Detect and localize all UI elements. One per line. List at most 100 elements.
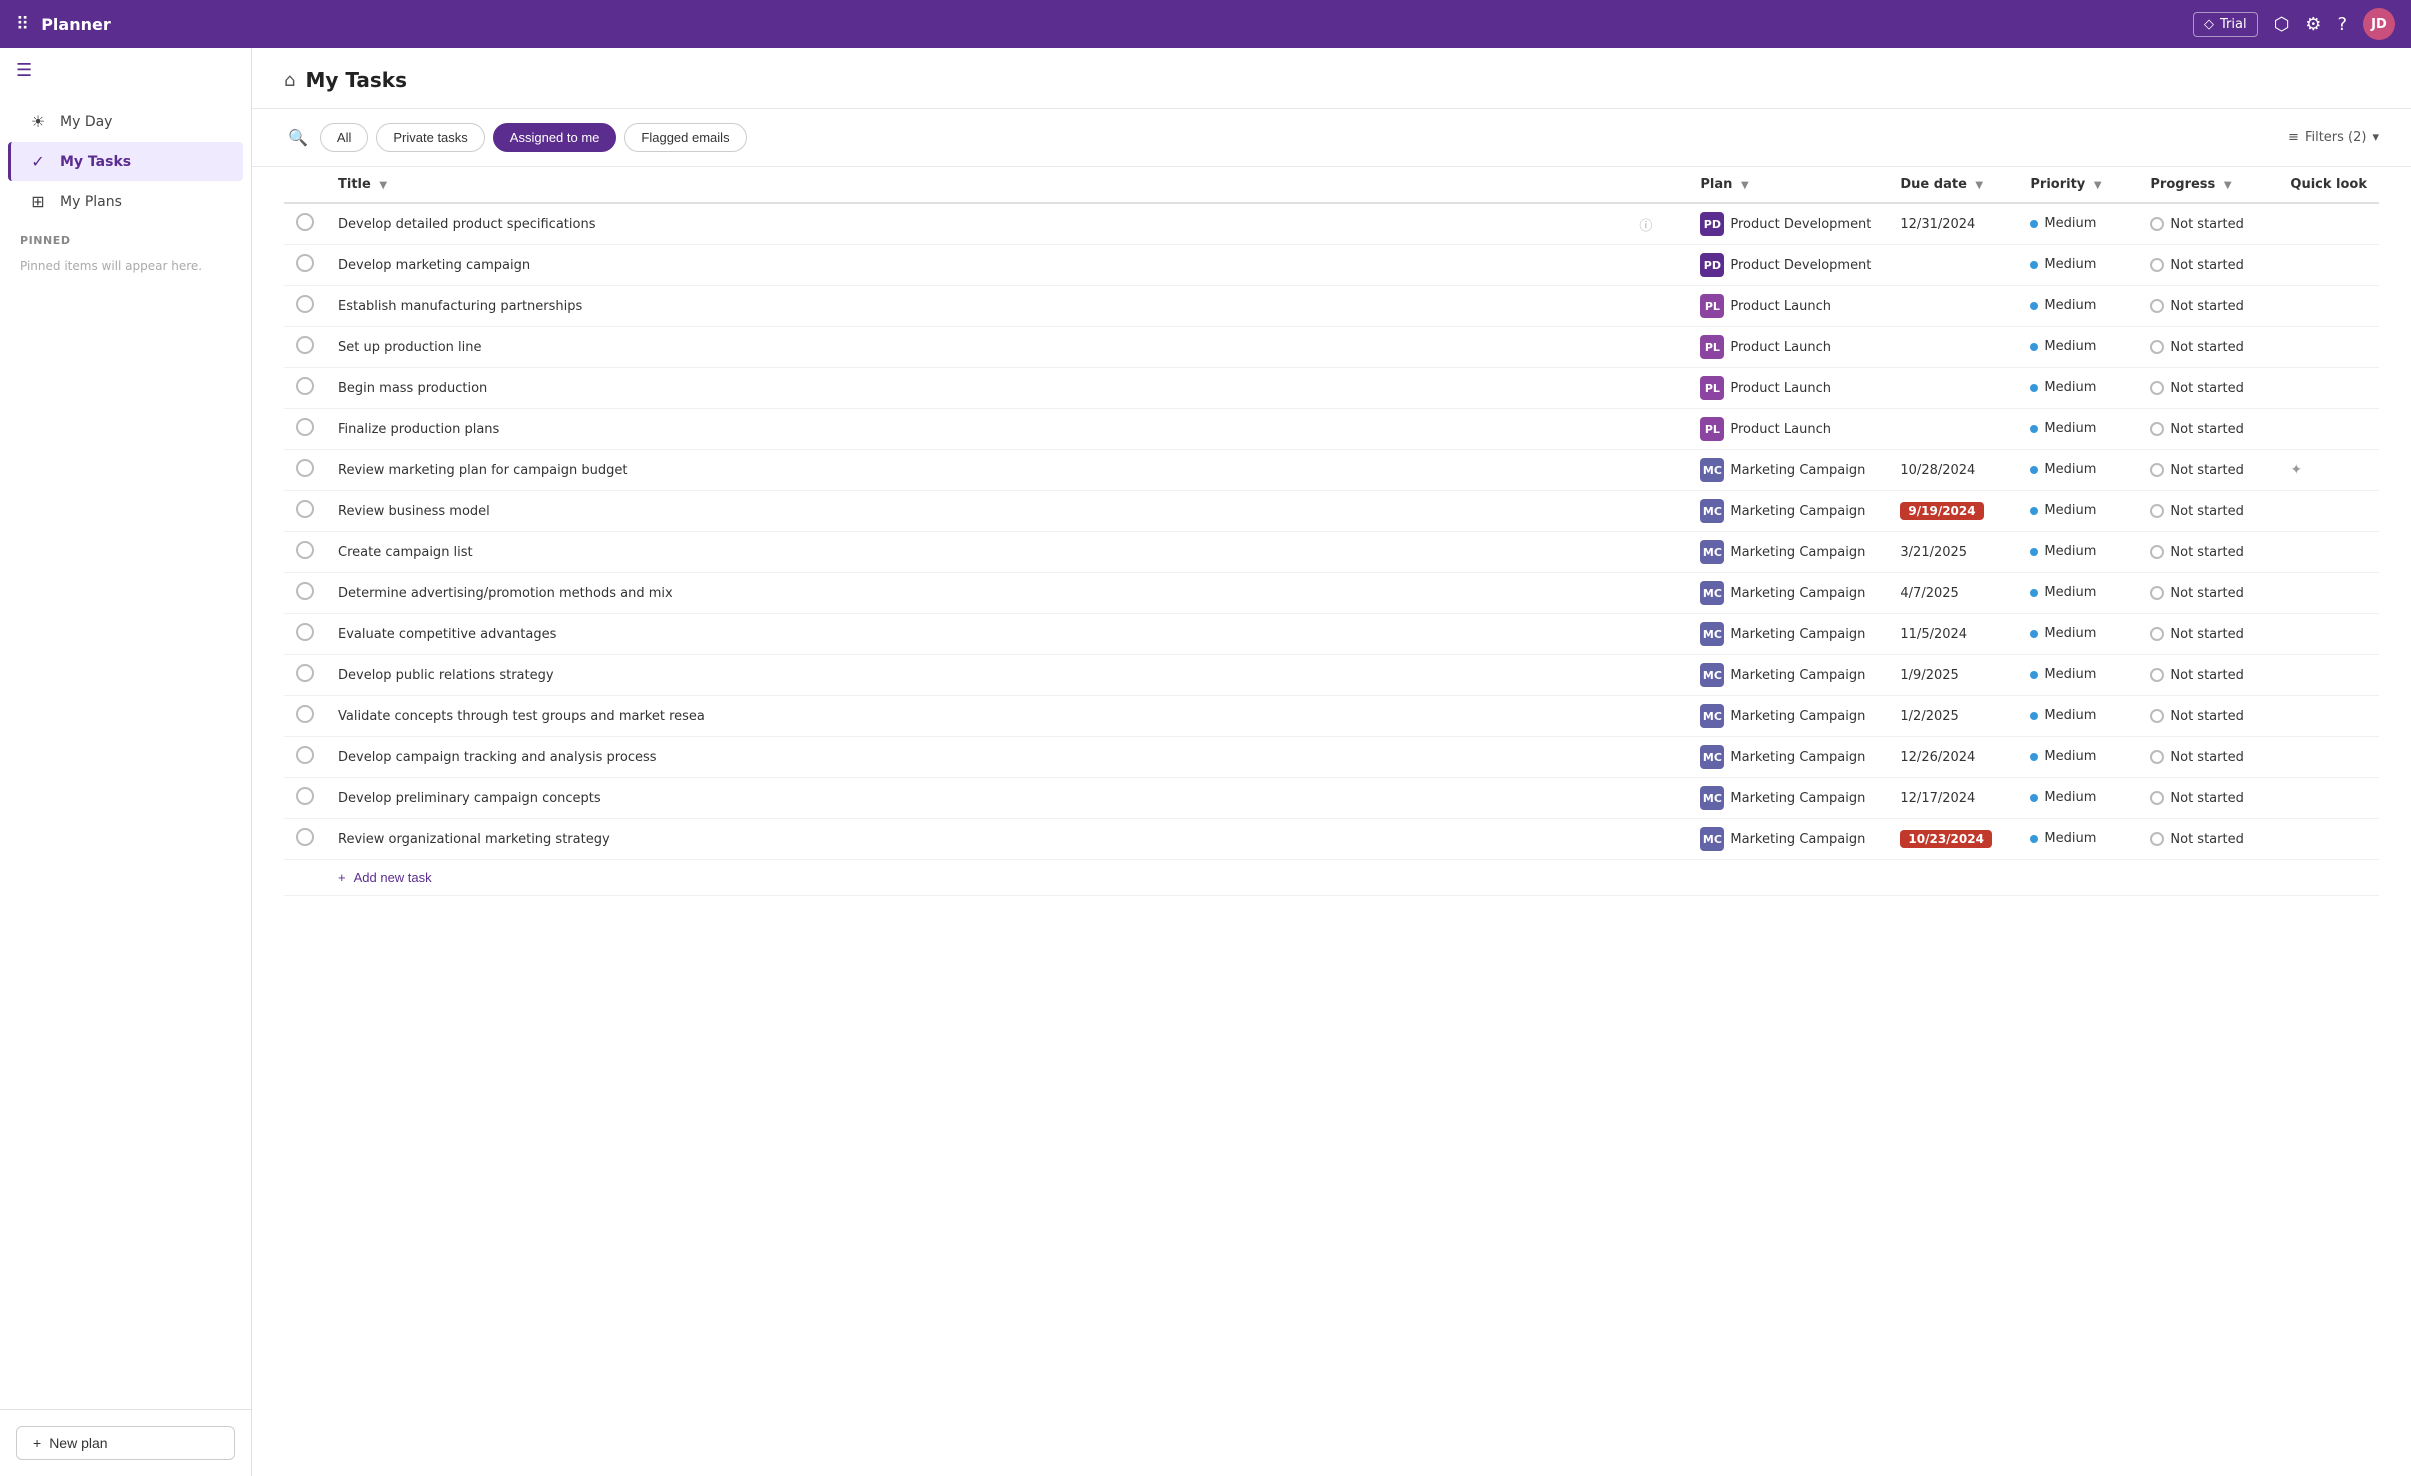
col-header-plan[interactable]: Plan ▼ — [1688, 167, 1888, 203]
sidebar-item-label: My Plans — [60, 194, 122, 210]
plan-badge[interactable]: PL Product Launch — [1700, 376, 1831, 400]
task-plan-cell: MC Marketing Campaign — [1688, 532, 1888, 573]
sidebar-nav: ☀ My Day ✓ My Tasks ⊞ My Plans Pinned Pi… — [0, 93, 251, 1409]
tab-private-tasks[interactable]: Private tasks — [376, 123, 484, 152]
task-due-date-cell — [1888, 409, 2018, 450]
task-priority-cell: Medium — [2018, 737, 2138, 778]
table-row: Review organizational marketing strategy… — [284, 819, 2379, 860]
task-checkbox-cell — [284, 368, 326, 409]
help-icon[interactable]: ? — [2337, 14, 2347, 35]
add-task-button[interactable]: + Add new task — [338, 870, 432, 885]
task-title[interactable]: Develop campaign tracking and analysis p… — [338, 750, 1652, 765]
plan-badge[interactable]: MC Marketing Campaign — [1700, 458, 1865, 482]
plan-icon: MC — [1700, 827, 1724, 851]
task-checkbox[interactable] — [296, 623, 314, 641]
plan-badge[interactable]: PL Product Launch — [1700, 335, 1831, 359]
plan-badge[interactable]: MC Marketing Campaign — [1700, 622, 1865, 646]
task-checkbox[interactable] — [296, 664, 314, 682]
col-header-title[interactable]: Title ▼ — [326, 167, 1688, 203]
task-title[interactable]: Establish manufacturing partnerships — [338, 299, 1652, 314]
task-checkbox[interactable] — [296, 377, 314, 395]
filters-button[interactable]: ≡ Filters (2) ▾ — [2288, 130, 2379, 145]
task-title[interactable]: Finalize production plans — [338, 422, 1652, 437]
task-title[interactable]: Set up production line — [338, 340, 1652, 355]
col-header-priority[interactable]: Priority ▼ — [2018, 167, 2138, 203]
settings-icon[interactable]: ⚙ — [2305, 14, 2321, 35]
task-checkbox[interactable] — [296, 787, 314, 805]
task-checkbox[interactable] — [296, 213, 314, 231]
col-header-due-date[interactable]: Due date ▼ — [1888, 167, 2018, 203]
task-title[interactable]: Evaluate competitive advantages — [338, 627, 1652, 642]
quick-look-icon[interactable]: ✦ — [2290, 462, 2302, 478]
plan-badge[interactable]: PD Product Development — [1700, 253, 1871, 277]
plan-icon: MC — [1700, 581, 1724, 605]
task-title[interactable]: Determine advertising/promotion methods … — [338, 586, 1652, 601]
plan-badge[interactable]: MC Marketing Campaign — [1700, 663, 1865, 687]
task-title[interactable]: Review marketing plan for campaign budge… — [338, 463, 1652, 478]
task-checkbox[interactable] — [296, 705, 314, 723]
task-checkbox[interactable] — [296, 828, 314, 846]
info-icon[interactable]: ⓘ — [1639, 215, 1652, 234]
task-progress-cell: Not started — [2138, 327, 2278, 368]
sidebar-toggle-icon[interactable]: ☰ — [16, 60, 32, 81]
plan-icon: MC — [1700, 786, 1724, 810]
task-title[interactable]: Develop detailed product specifications — [338, 217, 1631, 232]
task-title[interactable]: Develop public relations strategy — [338, 668, 1652, 683]
task-checkbox[interactable] — [296, 295, 314, 313]
sidebar-item-my-plans[interactable]: ⊞ My Plans — [8, 182, 243, 221]
task-checkbox[interactable] — [296, 254, 314, 272]
task-checkbox[interactable] — [296, 746, 314, 764]
filters-label: Filters (2) — [2305, 130, 2367, 145]
plan-badge[interactable]: PL Product Launch — [1700, 294, 1831, 318]
task-checkbox[interactable] — [296, 541, 314, 559]
progress-label: Not started — [2170, 832, 2243, 847]
priority-badge: Medium — [2030, 749, 2096, 764]
sidebar-item-my-tasks[interactable]: ✓ My Tasks — [8, 142, 243, 181]
col-header-progress[interactable]: Progress ▼ — [2138, 167, 2278, 203]
plan-badge[interactable]: MC Marketing Campaign — [1700, 786, 1865, 810]
plan-badge[interactable]: MC Marketing Campaign — [1700, 745, 1865, 769]
new-plan-button[interactable]: + New plan — [16, 1426, 235, 1460]
plan-badge[interactable]: MC Marketing Campaign — [1700, 499, 1865, 523]
plan-badge[interactable]: MC Marketing Campaign — [1700, 704, 1865, 728]
sidebar-item-my-day[interactable]: ☀ My Day — [8, 102, 243, 141]
task-checkbox[interactable] — [296, 582, 314, 600]
task-title[interactable]: Develop preliminary campaign concepts — [338, 791, 1652, 806]
col-header-quick-look: Quick look — [2278, 167, 2379, 203]
task-checkbox[interactable] — [296, 500, 314, 518]
task-priority-cell: Medium — [2018, 614, 2138, 655]
task-priority-cell: Medium — [2018, 245, 2138, 286]
plan-badge[interactable]: PL Product Launch — [1700, 417, 1831, 441]
table-row: Create campaign list ⋯ MC Marketing Camp… — [284, 532, 2379, 573]
plan-badge[interactable]: MC Marketing Campaign — [1700, 581, 1865, 605]
share-icon[interactable]: ⬡ — [2274, 14, 2290, 35]
task-title[interactable]: Create campaign list — [338, 545, 1652, 560]
avatar[interactable]: JD — [2363, 8, 2395, 40]
task-checkbox[interactable] — [296, 418, 314, 436]
task-title-cell: Develop public relations strategy ⋯ — [326, 655, 1688, 696]
plan-badge[interactable]: MC Marketing Campaign — [1700, 827, 1865, 851]
plan-badge[interactable]: MC Marketing Campaign — [1700, 540, 1865, 564]
tab-flagged-emails[interactable]: Flagged emails — [624, 123, 746, 152]
task-title[interactable]: Review organizational marketing strategy — [338, 832, 1652, 847]
task-due-date-cell: 12/26/2024 — [1888, 737, 2018, 778]
task-title[interactable]: Begin mass production — [338, 381, 1652, 396]
task-title[interactable]: Review business model — [338, 504, 1652, 519]
task-plan-cell: MC Marketing Campaign — [1688, 450, 1888, 491]
task-checkbox[interactable] — [296, 336, 314, 354]
task-checkbox[interactable] — [296, 459, 314, 477]
plan-label: Marketing Campaign — [1730, 504, 1865, 519]
priority-badge: Medium — [2030, 544, 2096, 559]
progress-badge: Not started — [2150, 340, 2266, 355]
sidebar-top: ☰ — [0, 48, 251, 93]
tab-all[interactable]: All — [320, 123, 368, 152]
plan-badge[interactable]: PD Product Development — [1700, 212, 1871, 236]
search-icon[interactable]: 🔍 — [284, 124, 312, 151]
priority-label: Medium — [2044, 380, 2096, 395]
progress-badge: Not started — [2150, 258, 2266, 273]
trial-button[interactable]: ◇ Trial — [2193, 12, 2258, 37]
task-title[interactable]: Validate concepts through test groups an… — [338, 709, 1652, 724]
tab-assigned-to-me[interactable]: Assigned to me — [493, 123, 617, 152]
app-grid-icon[interactable]: ⠿ — [16, 14, 29, 35]
task-title[interactable]: Develop marketing campaign — [338, 258, 1652, 273]
